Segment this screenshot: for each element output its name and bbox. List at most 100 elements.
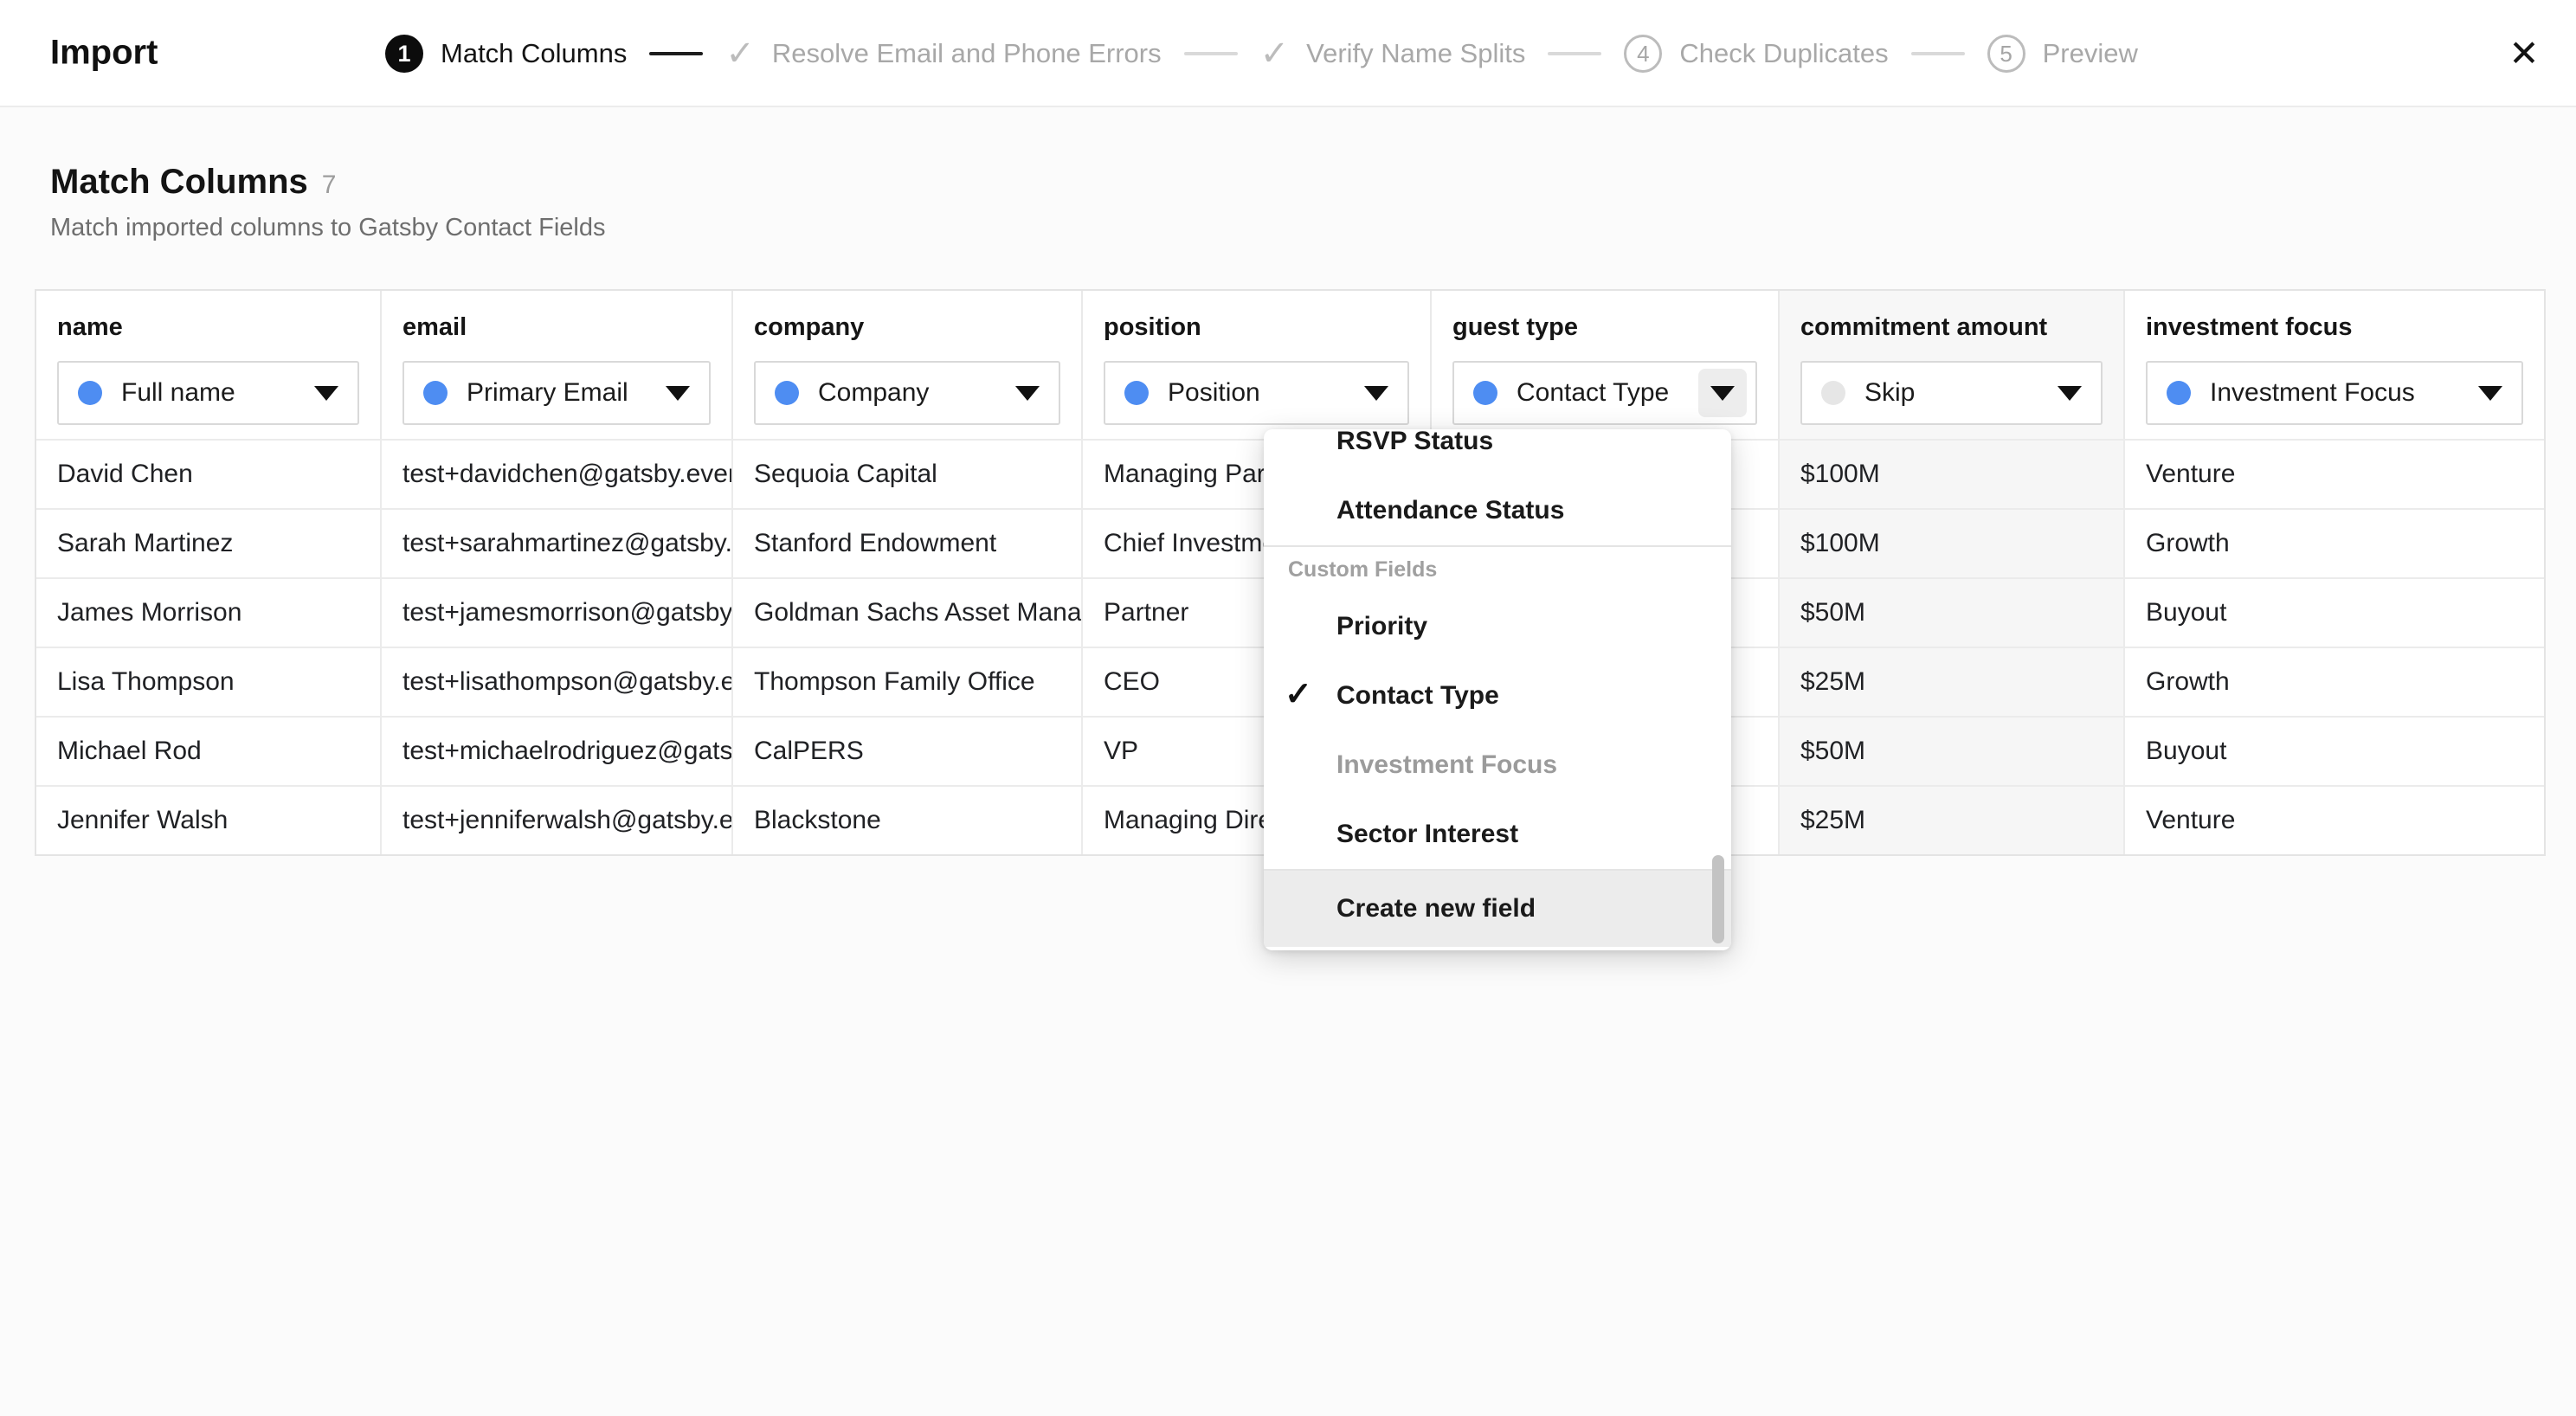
field-mapping-select[interactable]: Company: [754, 361, 1060, 425]
column-header-email: email Primary Email: [382, 291, 733, 439]
caret-chip[interactable]: [1698, 369, 1747, 417]
step-check-icon: ✓: [1260, 36, 1290, 71]
column-header-investment-focus: investment focus Investment Focus: [2125, 291, 2544, 439]
dropdown-items: RSVP Status Attendance Status Custom Field…: [1264, 429, 1731, 947]
dropdown-item-label: Contact Type: [1336, 681, 1499, 711]
cell-name: David Chen: [36, 441, 382, 508]
field-mapping-select[interactable]: Primary Email: [402, 361, 711, 425]
cell-commitment-amount: $100M: [1780, 441, 2125, 508]
page-title: Import: [50, 34, 158, 73]
cell-email: test+jamesmorrison@gatsby.: [382, 579, 733, 647]
step-label: Verify Name Splits: [1306, 38, 1525, 69]
cell-email: test+michaelrodriguez@gatsb: [382, 718, 733, 785]
step-label: Resolve Email and Phone Errors: [772, 38, 1162, 69]
selected-field-label: Position: [1168, 378, 1345, 408]
imported-column-name: investment focus: [2146, 313, 2523, 342]
cell-company: Goldman Sachs Asset Manag: [733, 579, 1083, 647]
dropdown-item-rsvp-status[interactable]: RSVP Status: [1264, 429, 1731, 476]
field-mapping-select[interactable]: Investment Focus: [2146, 361, 2523, 425]
cell-name: Sarah Martinez: [36, 510, 382, 577]
mapping-dot-blue-icon: [78, 381, 102, 405]
dropdown-item-sector-interest[interactable]: Sector Interest: [1264, 800, 1731, 869]
cell-investment-focus: Growth: [2125, 648, 2544, 716]
chevron-down-icon: [1364, 386, 1388, 401]
cell-investment-focus: Venture: [2125, 787, 2544, 854]
dropdown-section-label: Custom Fields: [1264, 547, 1731, 592]
section-heading: Match Columns7 Match imported columns to…: [50, 163, 605, 242]
step-preview[interactable]: 5 Preview: [1987, 35, 2138, 73]
cell-commitment-amount: $25M: [1780, 787, 2125, 854]
column-header-company: companyCompany: [733, 291, 1083, 439]
imported-column-name: email: [402, 313, 711, 342]
chevron-down-icon: [666, 386, 690, 401]
step-label: Check Duplicates: [1679, 38, 1888, 69]
cell-email: test+davidchen@gatsby.even: [382, 441, 733, 508]
step-verify-name-splits[interactable]: ✓ Verify Name Splits: [1260, 36, 1526, 71]
dropdown-item-label: Investment Focus: [1336, 750, 1557, 780]
cell-company: Sequoia Capital: [733, 441, 1083, 508]
step-number-badge: 5: [1987, 35, 2025, 73]
cell-commitment-amount: $25M: [1780, 648, 2125, 716]
cell-company: Stanford Endowment: [733, 510, 1083, 577]
cell-name: Michael Rod: [36, 718, 382, 785]
cell-name: Jennifer Walsh: [36, 787, 382, 854]
column-count: 7: [322, 171, 337, 199]
step-separator: [649, 52, 703, 55]
close-icon[interactable]: ✕: [2496, 25, 2552, 80]
step-label: Preview: [2043, 38, 2138, 69]
dropdown-item-label: Priority: [1336, 612, 1427, 641]
column-header-commitment-amount: commitment amount Skip: [1780, 291, 2125, 439]
step-check-duplicates[interactable]: 4 Check Duplicates: [1624, 35, 1888, 73]
dropdown-item-attendance-status[interactable]: Attendance Status: [1264, 476, 1731, 545]
step-separator: [1184, 52, 1238, 55]
mapping-dot-gray-icon: [1821, 381, 1845, 405]
cell-company: CalPERS: [733, 718, 1083, 785]
dropdown-scrollbar-thumb[interactable]: [1712, 855, 1724, 943]
selected-field-label: Contact Type: [1517, 378, 1679, 408]
step-number-badge-active: 1: [385, 35, 423, 73]
dropdown-item-contact-type[interactable]: ✓Contact Type: [1264, 661, 1731, 731]
step-number-badge: 4: [1624, 35, 1662, 73]
imported-column-name: name: [57, 313, 359, 342]
mapping-dot-blue-icon: [1124, 381, 1149, 405]
cell-commitment-amount: $50M: [1780, 718, 2125, 785]
step-separator: [1548, 52, 1601, 55]
dropdown-item-label: RSVP Status: [1336, 429, 1493, 456]
field-dropdown-menu: RSVP Status Attendance Status Custom Field…: [1264, 429, 1731, 950]
chevron-down-icon: [2058, 386, 2082, 401]
chevron-down-icon: [1710, 386, 1735, 401]
step-match-columns[interactable]: 1 Match Columns: [385, 35, 627, 73]
imported-column-name: commitment amount: [1800, 313, 2103, 342]
chevron-down-icon: [314, 386, 338, 401]
step-resolve-email-and-phone-errors[interactable]: ✓Resolve Email and Phone Errors: [725, 36, 1161, 71]
mapping-dot-blue-icon: [775, 381, 799, 405]
selected-field-label: Company: [818, 378, 996, 408]
selected-field-label: Skip: [1864, 378, 2038, 408]
cell-investment-focus: Venture: [2125, 441, 2544, 508]
dropdown-item-label: Sector Interest: [1336, 820, 1518, 849]
cell-email: test+jenniferwalsh@gatsby.ev: [382, 787, 733, 854]
table-header-row: name Full name email Primary Email companyCo…: [36, 291, 2544, 439]
cell-name: Lisa Thompson: [36, 648, 382, 716]
mapping-dot-blue-icon: [1473, 381, 1497, 405]
dropdown-item-create-new-field[interactable]: Create new field: [1264, 871, 1731, 947]
cell-commitment-amount: $100M: [1780, 510, 2125, 577]
dropdown-item-priority[interactable]: Priority: [1264, 592, 1731, 661]
step-label: Match Columns: [441, 38, 627, 69]
field-mapping-select[interactable]: Full name: [57, 361, 359, 425]
cell-company: Blackstone: [733, 787, 1083, 854]
imported-column-name: guest type: [1452, 313, 1757, 342]
field-mapping-select[interactable]: Contact Type: [1452, 361, 1757, 425]
column-header-position: positionPosition: [1083, 291, 1432, 439]
selected-field-label: Full name: [121, 378, 295, 408]
field-mapping-select[interactable]: Position: [1104, 361, 1409, 425]
chevron-down-icon: [1015, 386, 1040, 401]
selected-field-label: Primary Email: [467, 378, 647, 408]
column-header-guest-type: guest type Contact Type: [1432, 291, 1780, 439]
dropdown-item-label: Attendance Status: [1336, 496, 1564, 525]
topbar: Import 1Match Columns✓Resolve Email and …: [0, 0, 2576, 107]
cell-name: James Morrison: [36, 579, 382, 647]
field-mapping-select[interactable]: Skip: [1800, 361, 2103, 425]
section-title: Match Columns: [50, 163, 308, 201]
dropdown-item-investment-focus: Investment Focus: [1264, 731, 1731, 800]
